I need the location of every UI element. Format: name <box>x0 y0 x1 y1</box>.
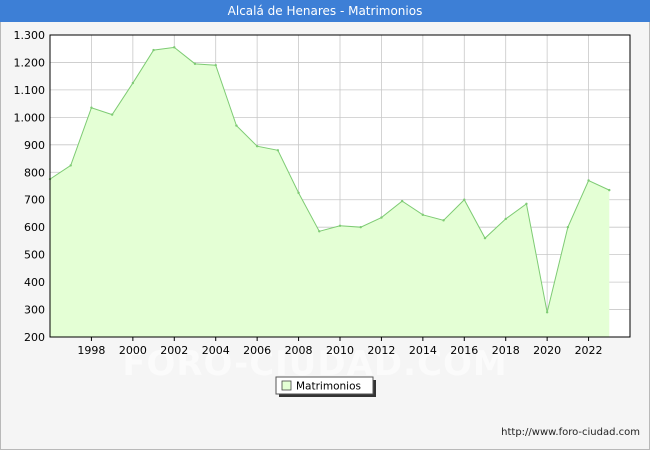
data-point-2020 <box>545 311 549 314</box>
data-point-2019 <box>525 202 528 206</box>
x-tick-label: 2002 <box>160 344 188 357</box>
legend-swatch <box>281 380 292 391</box>
data-point-2013 <box>400 199 404 203</box>
data-point-2002 <box>173 46 176 49</box>
data-point-2008 <box>297 191 300 195</box>
x-tick-label: 2020 <box>533 344 561 357</box>
y-tick-label: 200 <box>24 331 45 344</box>
x-tick-label: 2006 <box>243 344 271 357</box>
y-tick-label: 400 <box>24 276 45 289</box>
data-point-2004 <box>214 63 217 67</box>
y-tick-label: 300 <box>24 304 45 317</box>
data-point-2001 <box>152 48 155 52</box>
x-tick-label: 2014 <box>409 344 437 357</box>
x-tick-label: 2008 <box>285 344 313 357</box>
footer-url: http://www.foro-ciudad.com <box>501 427 640 438</box>
y-tick-label: 600 <box>24 221 45 234</box>
data-point-2021 <box>566 225 570 229</box>
y-axis-ticks: 200 300 400 500 600 700 800 900 1.000 1.100 1.200 1… <box>14 29 46 344</box>
y-tick-label: 1.000 <box>14 111 46 124</box>
y-tick-label: 1.200 <box>14 56 46 69</box>
data-point-2006 <box>255 144 259 148</box>
data-point-2016 <box>463 198 466 201</box>
chart-canvas: FORO-CIUDAD.COM 1998 2000 2002 2004 2006 2008… <box>14 29 631 397</box>
x-tick-label: 2010 <box>326 344 354 357</box>
data-point-2007 <box>276 149 280 152</box>
x-tick-label: 2022 <box>575 344 603 357</box>
data-point-2014 <box>421 213 425 217</box>
y-tick-label: 500 <box>24 249 45 262</box>
x-tick-label: 2004 <box>202 344 230 357</box>
y-tick-label: 800 <box>24 166 45 179</box>
data-point-2015 <box>442 219 445 222</box>
data-point-2009 <box>318 230 321 233</box>
data-point-2000 <box>131 81 135 85</box>
y-tick-label: 900 <box>24 139 45 152</box>
y-tick-label: 700 <box>24 194 45 207</box>
y-tick-label: 1.300 <box>14 29 46 42</box>
legend: Matrimonios <box>275 376 376 397</box>
data-point-2022 <box>587 179 590 182</box>
x-tick-label: 2000 <box>119 344 147 357</box>
data-point-2018 <box>504 217 507 221</box>
x-tick-label: 1998 <box>77 344 105 357</box>
data-point-1999 <box>110 113 114 116</box>
legend-label: Matrimonios <box>296 381 361 393</box>
data-point-1998 <box>90 106 93 109</box>
data-point-1997 <box>69 164 72 167</box>
data-point-2023 <box>608 188 611 192</box>
y-tick-label: 1.100 <box>14 84 46 97</box>
data-point-2012 <box>380 216 383 219</box>
data-point-2011 <box>359 225 362 229</box>
x-tick-label: 2012 <box>367 344 395 357</box>
data-point-2017 <box>483 236 487 240</box>
data-point-2010 <box>338 224 342 228</box>
data-point-2005 <box>235 124 238 127</box>
x-tick-label: 2018 <box>492 344 520 357</box>
x-tick-label: 2016 <box>450 344 478 357</box>
data-point-2003 <box>193 62 197 66</box>
